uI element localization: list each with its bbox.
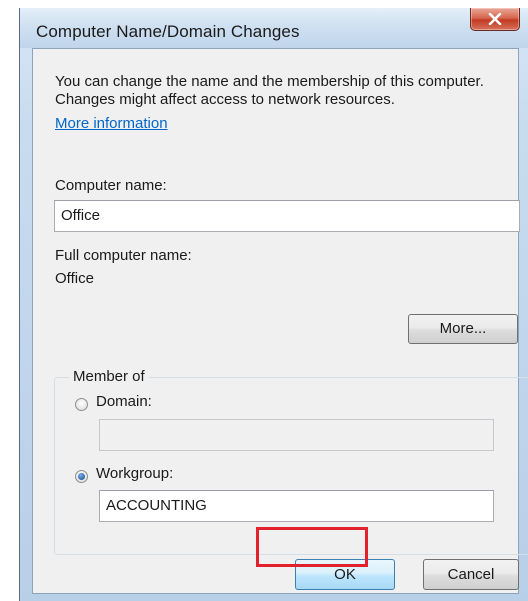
- cancel-button[interactable]: Cancel: [423, 559, 519, 590]
- ok-button-highlight: [256, 527, 368, 567]
- computer-name-label: Computer name:: [55, 177, 167, 194]
- description-text: You can change the name and the membersh…: [55, 73, 484, 108]
- member-of-legend: Member of: [69, 368, 149, 385]
- full-computer-name-label: Full computer name:: [55, 247, 192, 264]
- domain-label: Domain:: [96, 393, 152, 410]
- close-button[interactable]: [470, 8, 520, 31]
- more-button[interactable]: More...: [408, 314, 518, 344]
- more-information-link[interactable]: More information: [55, 115, 168, 132]
- workgroup-label: Workgroup:: [96, 465, 174, 482]
- close-icon: [488, 13, 502, 25]
- domain-radio[interactable]: [75, 398, 88, 411]
- dialog-window: Computer Name/Domain Changes You can cha…: [19, 8, 528, 601]
- title-bar[interactable]: Computer Name/Domain Changes: [20, 8, 528, 48]
- domain-input[interactable]: [99, 419, 494, 451]
- full-computer-name-value: Office: [55, 270, 94, 287]
- workgroup-input[interactable]: ACCOUNTING: [99, 490, 494, 522]
- dialog-title: Computer Name/Domain Changes: [36, 22, 300, 41]
- workgroup-radio[interactable]: [75, 470, 88, 483]
- dialog-body: You can change the name and the membersh…: [32, 48, 528, 594]
- computer-name-input[interactable]: Office: [54, 200, 520, 232]
